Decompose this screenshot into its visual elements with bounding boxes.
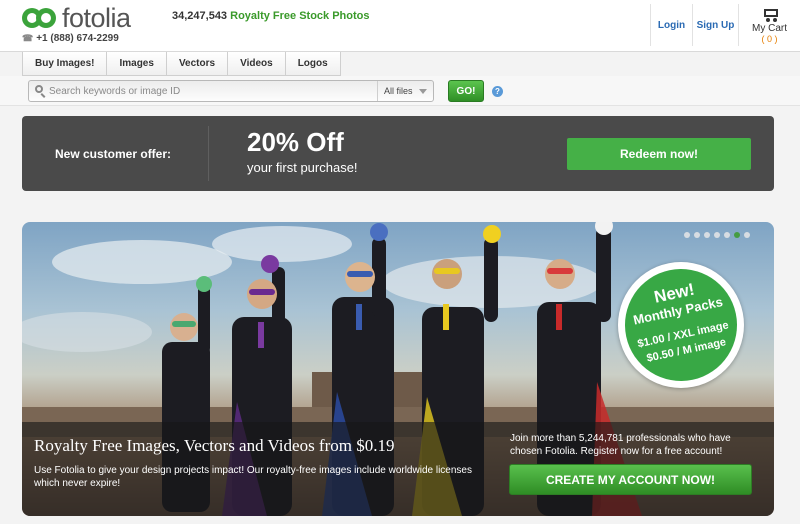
offer-label: New customer offer: [55,147,172,161]
phone-icon: ☎ [22,33,34,43]
slide-dot[interactable] [694,232,700,238]
slide-dot[interactable] [684,232,690,238]
account-nav: Login Sign Up My Cart ( 0 ) [650,0,800,46]
login-link[interactable]: Login [650,4,692,46]
search-go-button[interactable]: GO! [448,80,484,102]
hero-title: Royalty Free Images, Vectors and Videos … [34,436,395,455]
slide-dot[interactable] [714,232,720,238]
offer-divider [208,126,209,181]
fotolia-logo[interactable]: fotolia [22,3,131,33]
cart-button[interactable]: My Cart ( 0 ) [738,4,800,46]
menu-buy-images[interactable]: Buy Images! [22,52,107,76]
logo-text: fotolia [62,3,131,33]
signup-link[interactable]: Sign Up [692,4,738,46]
main-menu: Buy Images! Images Vectors Videos Logos [22,52,341,76]
slide-dot-active[interactable] [734,232,740,238]
site-header: fotolia ☎ +1 (888) 674-2299 34,247,543 R… [0,0,800,52]
offer-subline: your first purchase! [247,160,358,175]
search-box: All files [28,80,434,102]
stock-count: 34,247,543 Royalty Free Stock Photos [172,10,370,22]
hero-slider[interactable]: New! Monthly Packs $1.00 / XXL image $0.… [22,222,774,516]
support-phone: ☎ +1 (888) 674-2299 [22,33,119,44]
stock-count-label: Royalty Free Stock Photos [230,10,370,22]
cart-label: My Cart [752,22,787,34]
slide-dot[interactable] [704,232,710,238]
hero-description: Use Fotolia to give your design projects… [34,465,472,489]
search-icon [31,82,49,100]
new-customer-offer-banner: New customer offer: 20% Off your first p… [22,116,774,191]
hero-caption-bar: Royalty Free Images, Vectors and Videos … [22,422,774,516]
stock-count-number: 34,247,543 [172,10,228,22]
hero-join-text: Join more than 5,244,781 professionals w… [510,433,731,457]
slide-dot[interactable] [724,232,730,238]
monthly-packs-badge[interactable]: New! Monthly Packs $1.00 / XXL image $0.… [614,258,748,392]
menu-logos[interactable]: Logos [284,52,341,76]
create-account-button[interactable]: CREATE MY ACCOUNT NOW! [509,464,752,495]
offer-headline: 20% Off [247,127,344,157]
fotolia-logo-icon [22,7,58,29]
chevron-down-icon [419,89,427,94]
help-icon[interactable]: ? [492,86,503,97]
cart-count: ( 0 ) [761,33,778,44]
file-type-select[interactable]: All files [377,81,433,101]
file-type-selected: All files [384,86,413,96]
slide-dot[interactable] [744,232,750,238]
slide-dots [684,232,750,238]
menu-vectors[interactable]: Vectors [165,52,228,76]
menu-videos[interactable]: Videos [227,52,285,76]
search-input[interactable] [49,82,379,100]
menu-images[interactable]: Images [106,52,166,76]
cart-icon [761,7,779,22]
phone-number: +1 (888) 674-2299 [36,33,119,44]
redeem-button[interactable]: Redeem now! [567,138,751,170]
